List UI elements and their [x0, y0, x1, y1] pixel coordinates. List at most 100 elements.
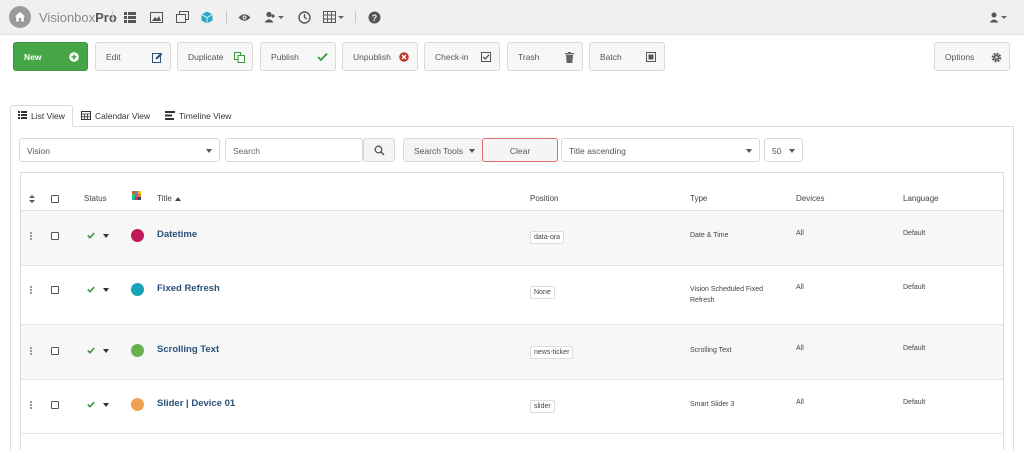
language-cell: Default: [903, 399, 926, 406]
category-select-value: Vision: [27, 146, 50, 156]
tab-list-view[interactable]: List View: [10, 105, 73, 127]
top-navbar: VisionboxPro ?: [0, 0, 1024, 35]
copies-icon[interactable]: [175, 10, 189, 24]
home-logo-icon[interactable]: [9, 6, 31, 28]
header-language[interactable]: Language: [903, 194, 939, 203]
position-badge: data-ora: [530, 231, 565, 244]
header-devices[interactable]: Devices: [796, 194, 824, 203]
item-title-link[interactable]: Datetime: [157, 229, 197, 240]
batch-button[interactable]: Batch: [589, 42, 665, 71]
users-dropdown-icon[interactable]: [264, 10, 284, 24]
item-title-link[interactable]: Fixed Refresh: [157, 283, 220, 294]
tab-list-view-label: List View: [31, 111, 65, 121]
drag-handle-icon[interactable]: [30, 232, 32, 240]
batch-button-label: Batch: [600, 52, 622, 62]
position-badge: news-ticker: [530, 346, 574, 359]
user-menu-icon[interactable]: [987, 10, 1009, 24]
devices-cell: All: [796, 284, 804, 291]
published-check-icon: [87, 285, 95, 295]
grid-dropdown-icon[interactable]: [322, 10, 344, 24]
select-all-checkbox[interactable]: [51, 195, 59, 203]
color-dot: [131, 229, 144, 242]
status-dropdown-icon: [103, 288, 109, 292]
eye-icon[interactable]: [237, 10, 251, 24]
image-icon[interactable]: [149, 10, 163, 24]
status-toggle[interactable]: [87, 400, 109, 410]
help-icon[interactable]: ?: [367, 10, 381, 24]
clear-button[interactable]: Clear: [482, 138, 558, 162]
language-cell: Default: [903, 345, 926, 352]
tab-calendar-view[interactable]: Calendar View: [74, 105, 157, 127]
row-checkbox[interactable]: [51, 232, 59, 240]
sort-select[interactable]: Title ascending: [561, 138, 760, 162]
table-row[interactable]: [21, 265, 1003, 324]
clock-icon[interactable]: [297, 10, 311, 24]
search-button[interactable]: [363, 138, 395, 162]
sort-ascending-icon: [174, 194, 181, 203]
status-dropdown-icon: [103, 403, 109, 407]
color-dot: [131, 344, 144, 357]
search-tools-button[interactable]: Search Tools: [403, 138, 483, 162]
language-cell: Default: [903, 230, 926, 237]
status-toggle[interactable]: [87, 231, 109, 241]
published-check-icon: [87, 400, 95, 410]
header-type[interactable]: Type: [690, 194, 707, 203]
status-dropdown-icon: [103, 234, 109, 238]
table-row[interactable]: [21, 433, 1003, 450]
header-status[interactable]: Status: [84, 194, 107, 203]
cube-icon[interactable]: [200, 10, 214, 24]
position-badge: slider: [530, 400, 555, 413]
item-title-link[interactable]: Slider | Device 01: [157, 398, 235, 409]
devices-cell: All: [796, 399, 804, 406]
type-cell: Smart Slider 3: [690, 401, 735, 408]
plus-circle-icon: [68, 51, 80, 63]
chevron-down-icon: [469, 149, 475, 153]
list-icon[interactable]: [123, 10, 137, 24]
drag-handle-icon[interactable]: [30, 286, 32, 294]
chevron-down-icon: [789, 149, 795, 153]
duplicate-button[interactable]: Duplicate: [177, 42, 253, 71]
new-button[interactable]: New: [13, 42, 88, 71]
brand-name: VisionboxPro: [39, 10, 117, 25]
timeline-icon: [165, 110, 175, 122]
row-checkbox[interactable]: [51, 401, 59, 409]
row-checkbox[interactable]: [51, 347, 59, 355]
limit-select-value: 50: [772, 146, 782, 156]
type-cell: Date & Time: [690, 232, 729, 239]
calendar-icon: [81, 110, 91, 122]
row-checkbox[interactable]: [51, 286, 59, 294]
color-grid-icon: [132, 191, 141, 202]
item-title-link[interactable]: Scrolling Text: [157, 344, 219, 355]
header-position[interactable]: Position: [530, 194, 558, 203]
nav-separator: [355, 11, 356, 23]
search-input[interactable]: Search: [225, 138, 363, 162]
sort-select-value: Title ascending: [569, 146, 626, 156]
list-view-icon: [18, 111, 27, 121]
copy-icon: [233, 51, 245, 63]
trash-button[interactable]: Trash: [507, 42, 583, 71]
header-title[interactable]: Title: [157, 194, 181, 203]
status-toggle[interactable]: [87, 285, 109, 295]
duplicate-button-label: Duplicate: [188, 52, 224, 62]
options-button[interactable]: Options: [934, 42, 1010, 71]
chevron-down-icon: [746, 149, 752, 153]
ordering-sort-icon[interactable]: [29, 195, 35, 205]
unpublish-x-icon: [398, 51, 410, 63]
check-icon: [316, 51, 328, 63]
unpublish-button[interactable]: Unpublish: [342, 42, 418, 71]
type-cell: Vision Scheduled Fixed Refresh: [690, 286, 764, 304]
trash-icon: [563, 51, 575, 63]
tab-timeline-view[interactable]: Timeline View: [158, 105, 238, 127]
drag-handle-icon[interactable]: [30, 347, 32, 355]
status-dropdown-icon: [103, 349, 109, 353]
publish-button[interactable]: Publish: [260, 42, 336, 71]
limit-select[interactable]: 50: [764, 138, 803, 162]
checkin-button[interactable]: Check-in: [424, 42, 500, 71]
status-toggle[interactable]: [87, 346, 109, 356]
position-badge: None: [530, 286, 555, 299]
devices-cell: All: [796, 230, 804, 237]
category-select[interactable]: Vision: [19, 138, 220, 162]
edit-button[interactable]: Edit: [95, 42, 171, 71]
clear-button-label: Clear: [509, 146, 531, 156]
drag-handle-icon[interactable]: [30, 401, 32, 409]
